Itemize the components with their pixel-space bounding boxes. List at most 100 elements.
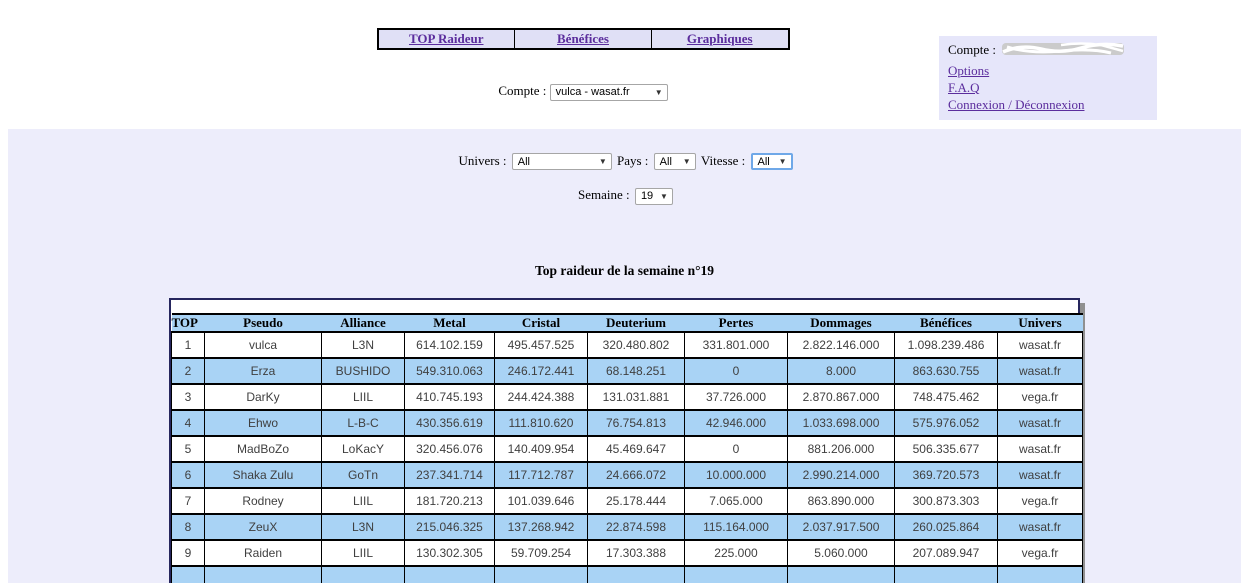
cell-pseudo: vulca: [204, 331, 322, 359]
cell-benefices: 260.025.864: [894, 513, 998, 541]
cell-top: 3: [171, 383, 205, 411]
cell-deuterium: 24.666.072: [587, 461, 685, 489]
table-row: 8 ZeuX L3N 215.046.325 137.268.942 22.874.598…: [171, 513, 1083, 541]
cell-cristal: 244.424.388: [494, 383, 588, 411]
cell-cristal: 59.709.254: [494, 539, 588, 567]
cell-alliance: [321, 565, 405, 583]
pays-select[interactable]: All ▼: [653, 153, 696, 171]
cell-dommages: 863.890.000: [787, 487, 895, 515]
nav-tab-graphiques-link[interactable]: Graphiques: [687, 31, 753, 46]
cell-pseudo: Raiden: [204, 539, 322, 567]
vitesse-label: Vitesse :: [700, 152, 746, 168]
cell-metal: [404, 565, 495, 583]
cell-deuterium: 320.480.802: [587, 331, 685, 359]
cell-metal: 410.745.193: [404, 383, 495, 411]
cell-dommages: 881.206.000: [787, 435, 895, 463]
table-row: 5 MadBoZo LoKacY 320.456.076 140.409.954 45.4…: [171, 435, 1083, 463]
cell-cristal: [494, 565, 588, 583]
vitesse-select[interactable]: All ▼: [750, 153, 793, 171]
table-row: 2 Erza BUSHIDO 549.310.063 246.172.441 68.148…: [171, 357, 1083, 385]
user-box-account-label: Compte :: [948, 41, 997, 57]
cell-univers: wasat.fr: [997, 331, 1083, 359]
nav-tab-benefices-link[interactable]: Bénéfices: [557, 31, 609, 46]
page-content: TOP Raideur Bénéfices Graphiques Compte …: [8, 28, 1158, 120]
cell-pertes: 7.065.000: [684, 487, 788, 515]
univers-select[interactable]: All ▼: [511, 153, 612, 171]
cell-benefices: 300.873.303: [894, 487, 998, 515]
cell-benefices: 506.335.677: [894, 435, 998, 463]
cell-pertes: 0: [684, 435, 788, 463]
connexion-deconnexion-link[interactable]: Connexion / Déconnexion: [948, 96, 1084, 113]
filters-row-1: Univers : All ▼ Pays : All ▼ Vitesse : A…: [8, 153, 1241, 171]
cell-pertes: 331.801.000: [684, 331, 788, 359]
cell-benefices: [894, 565, 998, 583]
table-row: 7 Rodney LIIL 181.720.213 101.039.646 25.178.…: [171, 487, 1083, 515]
cell-dommages: 2.037.917.500: [787, 513, 895, 541]
cell-alliance: LIIL: [321, 539, 405, 567]
pays-label: Pays :: [617, 152, 649, 168]
cell-pseudo: DarKy: [204, 383, 322, 411]
nav-tab-benefices[interactable]: Bénéfices: [514, 28, 652, 50]
faq-link[interactable]: F.A.Q: [948, 79, 979, 96]
cell-alliance: L3N: [321, 513, 405, 541]
cell-benefices: 575.976.052: [894, 409, 998, 437]
table-body: 1 vulca L3N 614.102.159 495.457.525 320.480.8…: [171, 331, 1083, 583]
cell-top: 9: [171, 539, 205, 567]
cell-cristal: 111.810.620: [494, 409, 588, 437]
cell-univers: [997, 565, 1083, 583]
dropdown-arrow-icon: ▼: [682, 157, 691, 167]
cell-alliance: L-B-C: [321, 409, 405, 437]
nav-tab-top-raideur[interactable]: TOP Raideur: [377, 28, 515, 50]
table-row: 3 DarKy LIIL 410.745.193 244.424.388 131.031.…: [171, 383, 1083, 411]
cell-pertes: 37.726.000: [684, 383, 788, 411]
cell-benefices: 863.630.755: [894, 357, 998, 385]
cell-cristal: 246.172.441: [494, 357, 588, 385]
cell-deuterium: 25.178.444: [587, 487, 685, 515]
cell-top: 1: [171, 331, 205, 359]
cell-univers: wasat.fr: [997, 513, 1083, 541]
main-nav: TOP Raideur Bénéfices Graphiques: [376, 28, 790, 50]
cell-cristal: 137.268.942: [494, 513, 588, 541]
table-row: 6 Shaka Zulu GoTn 237.341.714 117.712.787 24.…: [171, 461, 1083, 489]
dropdown-arrow-icon: ▼: [598, 157, 607, 167]
main-panel: Univers : All ▼ Pays : All ▼ Vitesse : A…: [8, 128, 1241, 583]
cell-dommages: 1.033.698.000: [787, 409, 895, 437]
nav-tab-graphiques[interactable]: Graphiques: [651, 28, 789, 50]
univers-label: Univers :: [458, 152, 507, 168]
univers-select-value: All: [517, 155, 530, 168]
cell-pertes: 10.000.000: [684, 461, 788, 489]
semaine-select[interactable]: 19 ▼: [634, 187, 673, 205]
table-row-partial: [171, 565, 1083, 583]
raid-table-container: TOP Pseudo Alliance Metal Cristal Deuter…: [169, 297, 1083, 583]
cell-cristal: 495.457.525: [494, 331, 588, 359]
cell-alliance: LoKacY: [321, 435, 405, 463]
cell-alliance: BUSHIDO: [321, 357, 405, 385]
cell-metal: 549.310.063: [404, 357, 495, 385]
account-select[interactable]: vulca - wasat.fr ▼: [549, 83, 668, 101]
cell-deuterium: [587, 565, 685, 583]
cell-metal: 181.720.213: [404, 487, 495, 515]
redacted-account-name: [1001, 40, 1125, 62]
cell-cristal: 101.039.646: [494, 487, 588, 515]
cell-univers: wasat.fr: [997, 461, 1083, 489]
cell-dommages: 5.060.000: [787, 539, 895, 567]
cell-alliance: L3N: [321, 331, 405, 359]
cell-deuterium: 22.874.598: [587, 513, 685, 541]
cell-benefices: 369.720.573: [894, 461, 998, 489]
nav-tab-top-raideur-link[interactable]: TOP Raideur: [409, 31, 484, 46]
table-row: 4 Ehwo L-B-C 430.356.619 111.810.620 76.754.8…: [171, 409, 1083, 437]
cell-pseudo: Rodney: [204, 487, 322, 515]
cell-deuterium: 17.303.388: [587, 539, 685, 567]
cell-pertes: 0: [684, 357, 788, 385]
options-link[interactable]: Options: [948, 62, 989, 79]
cell-cristal: 140.409.954: [494, 435, 588, 463]
cell-dommages: 2.990.214.000: [787, 461, 895, 489]
table-header: TOP Pseudo Alliance Metal Cristal Deuter…: [171, 312, 1083, 333]
cell-deuterium: 76.754.813: [587, 409, 685, 437]
cell-benefices: 207.089.947: [894, 539, 998, 567]
cell-pertes: [684, 565, 788, 583]
cell-univers: wasat.fr: [997, 357, 1083, 385]
vitesse-select-value: All: [757, 155, 770, 168]
cell-dommages: 8.000: [787, 357, 895, 385]
cell-pseudo: ZeuX: [204, 513, 322, 541]
